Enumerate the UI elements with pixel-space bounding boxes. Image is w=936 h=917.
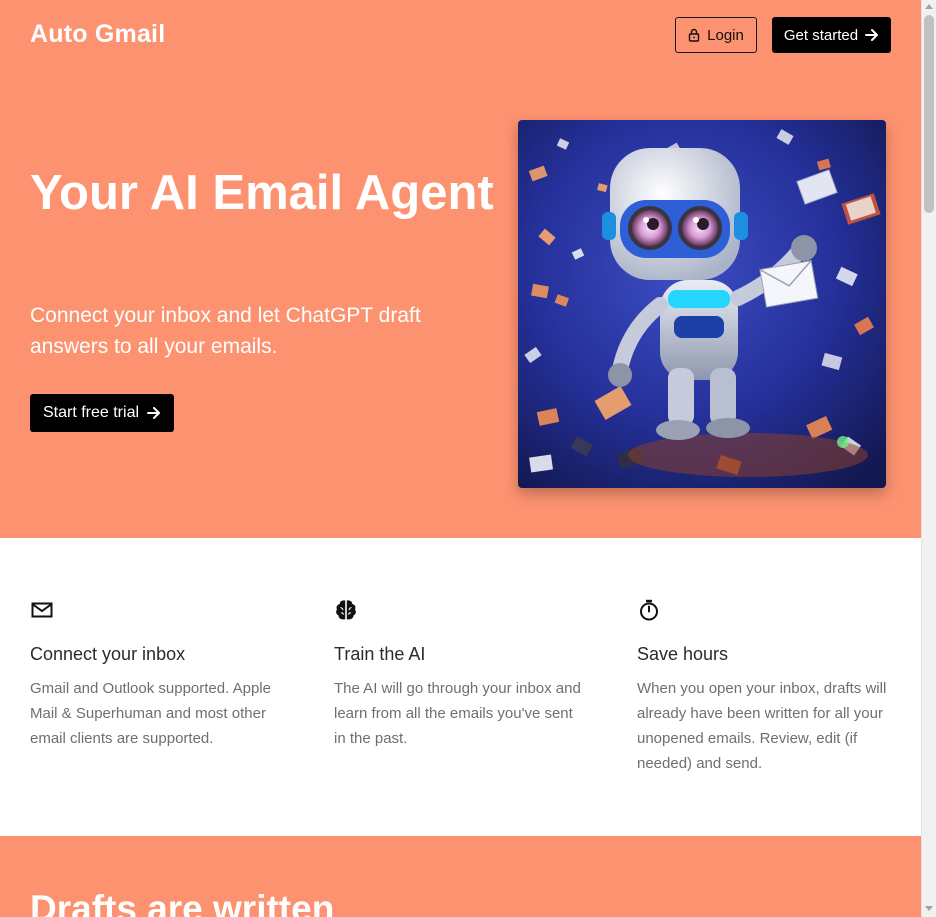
drafts-heading: Drafts are written [30, 888, 335, 917]
scrollbar-thumb[interactable] [924, 15, 934, 213]
lock-icon [688, 28, 700, 42]
mail-icon [31, 602, 53, 618]
feature-text: Gmail and Outlook supported. Apple Mail … [30, 680, 271, 747]
feature-text: The AI will go through your inbox and le… [334, 680, 581, 747]
scroll-up-arrow-icon[interactable] [925, 4, 933, 9]
start-free-trial-label: Start free trial [42, 404, 140, 421]
drafts-section: Drafts are written [0, 836, 921, 917]
arrow-right-icon [865, 29, 879, 41]
arrow-right-icon [147, 407, 161, 419]
feature-title: Save hours [637, 644, 729, 664]
vertical-scrollbar[interactable] [921, 0, 936, 917]
hero-section: Auto Gmail Login Get started Your AI Ema… [0, 0, 921, 538]
hero-subtitle: Connect your inbox and let ChatGPT draft… [30, 304, 421, 358]
stopwatch-icon [640, 599, 658, 621]
start-free-trial-button[interactable]: Start free trial [30, 394, 174, 432]
get-started-label: Get started [783, 26, 859, 44]
robot-email-illustration [518, 120, 886, 488]
scroll-down-arrow-icon[interactable] [925, 906, 933, 911]
hero-title: Your AI Email Agent [30, 166, 494, 220]
feature-text: When you open your inbox, drafts will al… [637, 680, 887, 772]
brain-icon [336, 600, 356, 620]
login-label: Login [707, 26, 744, 44]
feature-title: Connect your inbox [30, 644, 186, 664]
login-button[interactable]: Login [675, 17, 757, 53]
get-started-button[interactable]: Get started [772, 17, 891, 53]
feature-title: Train the AI [334, 644, 426, 664]
page: Auto Gmail Login Get started Your AI Ema… [0, 0, 921, 917]
features-section: Connect your inbox Gmail and Outlook sup… [0, 538, 921, 836]
brand-logo[interactable]: Auto Gmail [30, 20, 165, 49]
